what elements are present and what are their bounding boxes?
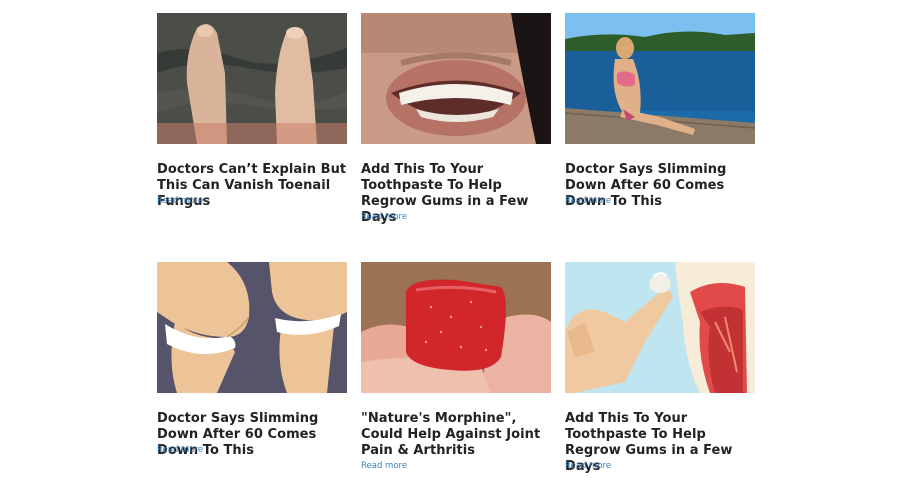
article-thumbnail[interactable] [157,13,347,144]
red-gummy-image [361,262,551,393]
article-title[interactable]: "Nature's Morphine", Could Help Against … [361,411,557,459]
tooth-illustration-image [565,262,755,393]
read-more-link[interactable]: Read more [565,461,611,472]
legs-illustration-image [157,262,347,393]
feet-in-water-image [157,13,347,144]
article-thumbnail[interactable] [361,262,551,393]
woman-on-dock-image [565,13,755,144]
read-more-link[interactable]: Read more [565,196,611,207]
read-more-link[interactable]: Read more [361,461,407,472]
article-thumbnail[interactable] [157,262,347,393]
smiling-teeth-image [361,13,551,144]
read-more-link[interactable]: Read more [157,196,203,207]
article-thumbnail[interactable] [565,262,755,393]
content-recommendation-grid: Doctors Can’t Explain But This Can Vanis… [0,0,900,500]
read-more-link[interactable]: Read more [361,212,407,223]
article-thumbnail[interactable] [565,13,755,144]
read-more-link[interactable]: Read more [157,445,203,456]
article-thumbnail[interactable] [361,13,551,144]
